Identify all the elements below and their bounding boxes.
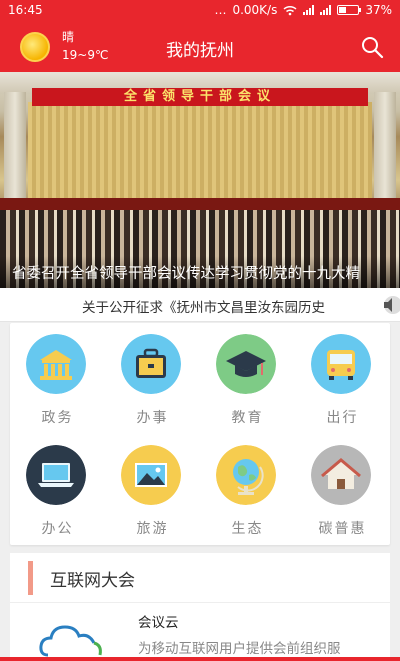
service-icon-circle bbox=[311, 334, 371, 394]
bus-icon bbox=[311, 334, 371, 394]
service-label: 办事 bbox=[136, 410, 169, 426]
service-carbon[interactable]: 碳普惠 bbox=[295, 434, 390, 545]
service-label: 政务 bbox=[41, 410, 74, 426]
cloud-logo-icon bbox=[39, 625, 102, 657]
service-icon-circle bbox=[216, 445, 276, 505]
service-icon-circle bbox=[121, 334, 181, 394]
service-ecology[interactable]: 生态 bbox=[200, 434, 295, 545]
battery-percent: 37% bbox=[365, 3, 392, 17]
service-icon-circle bbox=[311, 445, 371, 505]
item-description: 为移动互联网用户提供会前组织服 bbox=[138, 641, 341, 657]
banner-caption: 省委召开全省领导干部会议传达学习贯彻党的十九大精 bbox=[0, 256, 400, 288]
item-title[interactable]: 会议云 bbox=[138, 611, 179, 631]
battery-icon bbox=[337, 5, 362, 15]
notice-bar[interactable]: 关于公开征求《抚州市文昌里汝东园历史 bbox=[0, 288, 400, 322]
laptop-icon bbox=[26, 445, 86, 505]
signal-icon-2 bbox=[320, 5, 332, 15]
status-right: … 0.00K/s 37% bbox=[214, 3, 392, 17]
service-education[interactable]: 教育 bbox=[200, 323, 295, 434]
globe-icon bbox=[216, 445, 276, 505]
search-icon[interactable] bbox=[360, 35, 384, 59]
battery-fill bbox=[339, 7, 346, 13]
service-label: 碳普惠 bbox=[318, 521, 367, 537]
service-travel[interactable]: 出行 bbox=[295, 323, 390, 434]
wifi-icon bbox=[283, 5, 297, 15]
status-bar: 16:45 … 0.00K/s 37% bbox=[0, 0, 400, 22]
service-tourism[interactable]: 旅游 bbox=[105, 434, 200, 545]
service-icon-circle bbox=[216, 334, 276, 394]
government-building-icon bbox=[26, 334, 86, 394]
service-label: 出行 bbox=[326, 410, 359, 426]
banner-stage bbox=[0, 198, 400, 210]
service-office[interactable]: 办公 bbox=[10, 434, 105, 545]
service-icon-circle bbox=[121, 445, 181, 505]
graduation-cap-icon bbox=[216, 334, 276, 394]
landscape-photo-icon bbox=[121, 445, 181, 505]
signal-icon bbox=[303, 5, 315, 15]
service-icon-circle bbox=[26, 445, 86, 505]
network-speed: 0.00K/s bbox=[232, 3, 278, 17]
service-affairs[interactable]: 办事 bbox=[105, 323, 200, 434]
section-card: 互联网大会 会议云 为移动互联网用户提供会前组织服 bbox=[10, 553, 390, 661]
section-accent bbox=[28, 561, 33, 595]
status-time: 16:45 bbox=[8, 3, 43, 17]
service-icon-circle bbox=[26, 334, 86, 394]
section-header[interactable]: 互联网大会 bbox=[10, 553, 390, 603]
speaker-icon bbox=[384, 296, 400, 314]
app-header: 晴 19~9℃ 我的抚州 bbox=[0, 22, 400, 72]
page-title: 我的抚州 bbox=[166, 41, 234, 61]
service-government[interactable]: 政务 bbox=[10, 323, 105, 434]
banner-sign: 全省领导干部会议 bbox=[32, 88, 368, 106]
notice-text[interactable]: 关于公开征求《抚州市文昌里汝东园历史 bbox=[82, 296, 374, 316]
briefcase-icon bbox=[121, 334, 181, 394]
service-label: 旅游 bbox=[136, 521, 169, 537]
service-label: 办公 bbox=[41, 521, 74, 537]
bottom-accent-bar bbox=[0, 657, 400, 661]
house-icon bbox=[311, 445, 371, 505]
service-label: 生态 bbox=[231, 521, 264, 537]
section-title: 互联网大会 bbox=[50, 571, 135, 591]
news-banner[interactable]: 全省领导干部会议 省委召开全省领导干部会议传达学习贯彻党的十九大精 bbox=[0, 72, 400, 288]
services-grid: 政务 办事 教育 出行 办公 旅游 生态 碳普惠 bbox=[10, 323, 390, 545]
more-dots-icon: … bbox=[214, 3, 227, 17]
service-label: 教育 bbox=[231, 410, 264, 426]
